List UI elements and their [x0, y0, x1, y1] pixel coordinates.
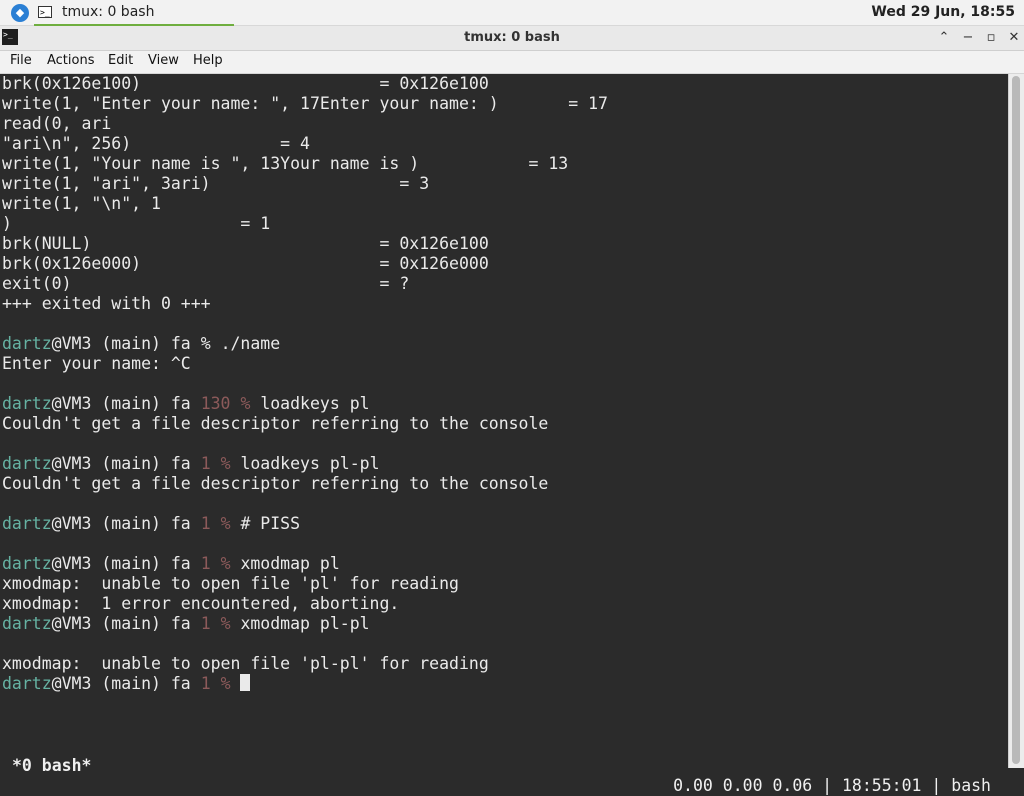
terminal-scrollbar[interactable] [1008, 74, 1024, 768]
output-line: brk(0x126e100) = 0x126e100 [2, 74, 489, 93]
prompt-command: ./name [220, 334, 281, 353]
prompt-exit-code: 1 [200, 614, 221, 633]
shade-button[interactable]: ⌃ [934, 28, 954, 48]
prompt-exit-code: 130 [200, 394, 241, 413]
prompt-user: dartz [2, 394, 52, 413]
tmux-status-right: 0.00 0.00 0.06 | 18:55:01 | bash [673, 776, 991, 795]
prompt-symbol: % [220, 514, 241, 533]
menubar: File Actions Edit View Help [0, 51, 1024, 74]
minimize-button[interactable]: − [958, 28, 978, 48]
prompt-host-dir: @VM3 (main) fa [51, 334, 201, 353]
output-line: "ari\n", 256) = 4 [2, 134, 310, 153]
output-line: write(1, "Your name is ", 13Your name is… [2, 154, 569, 173]
terminal-area[interactable]: brk(0x126e100) = 0x126e100 write(1, "Ente… [0, 74, 1008, 768]
window-titlebar[interactable]: >_ tmux: 0 bash ⌃ − ▫ ✕ [0, 26, 1024, 51]
prompt-symbol: % [220, 614, 241, 633]
prompt-command: # PISS [240, 514, 301, 533]
tmux-status-bar: *0 bash* 0.00 0.00 0.06 | 18:55:01 | bas… [0, 736, 1008, 795]
taskbar-item-label: tmux: 0 bash [62, 4, 155, 20]
taskbar-item-tmux[interactable]: >_ tmux: 0 bash [34, 0, 234, 26]
prompt-command: loadkeys pl [260, 394, 370, 413]
prompt-exit-code: 1 [200, 514, 221, 533]
output-line: +++ exited with 0 +++ [2, 294, 211, 313]
prompt-symbol: % [240, 394, 261, 413]
prompt-line: dartz@VM3 (main) fa 1 % xmodmap pl-pl [2, 614, 370, 634]
prompt-symbol: % [220, 674, 241, 693]
output-line: xmodmap: unable to open file 'pl' for re… [2, 574, 459, 593]
terminal-cursor [240, 674, 251, 691]
tmux-window-label[interactable]: *0 bash* [12, 756, 91, 776]
top-panel: ◆ >_ tmux: 0 bash Wed 29 Jun, 18:55 [0, 0, 1024, 26]
prompt-line: dartz@VM3 (main) fa 1 % loadkeys pl-pl [2, 454, 380, 474]
prompt-line: dartz@VM3 (main) fa 130 % loadkeys pl [2, 394, 370, 414]
prompt-symbol: % [200, 334, 221, 353]
prompt-host-dir: @VM3 (main) fa [51, 674, 201, 693]
prompt-line: dartz@VM3 (main) fa % ./name [2, 334, 280, 354]
output-line: xmodmap: unable to open file 'pl-pl' for… [2, 654, 489, 673]
close-button[interactable]: ✕ [1004, 28, 1024, 48]
maximize-button[interactable]: ▫ [981, 28, 1001, 48]
prompt-host-dir: @VM3 (main) fa [51, 614, 201, 633]
menu-actions[interactable]: Actions [47, 53, 95, 68]
prompt-line: dartz@VM3 (main) fa 1 % [2, 674, 251, 694]
prompt-exit-code: 1 [200, 454, 221, 473]
menu-help[interactable]: Help [193, 53, 223, 68]
prompt-user: dartz [2, 454, 52, 473]
output-line: xmodmap: 1 error encountered, aborting. [2, 594, 400, 613]
menu-view[interactable]: View [148, 53, 179, 68]
menu-file[interactable]: File [10, 53, 32, 68]
terminal-icon: >_ [38, 6, 52, 18]
distro-logo-icon[interactable]: ◆ [11, 4, 29, 22]
prompt-exit-code: 1 [200, 554, 221, 573]
prompt-command: xmodmap pl [240, 554, 340, 573]
prompt-host-dir: @VM3 (main) fa [51, 394, 201, 413]
prompt-line: dartz@VM3 (main) fa 1 % xmodmap pl [2, 554, 340, 574]
prompt-host-dir: @VM3 (main) fa [51, 454, 201, 473]
prompt-symbol: % [220, 454, 241, 473]
output-line: read(0, ari [2, 114, 112, 133]
output-line: brk(0x126e000) = 0x126e000 [2, 254, 489, 273]
output-line: brk(NULL) = 0x126e100 [2, 234, 489, 253]
prompt-exit-code: 1 [200, 674, 221, 693]
output-line: exit(0) = ? [2, 274, 410, 293]
menu-edit[interactable]: Edit [108, 53, 133, 68]
output-line: write(1, "Enter your name: ", 17Enter yo… [2, 94, 608, 113]
prompt-host-dir: @VM3 (main) fa [51, 514, 201, 533]
output-line: Enter your name: ^C [2, 354, 191, 373]
prompt-user: dartz [2, 674, 52, 693]
output-line: write(1, "ari", 3ari) = 3 [2, 174, 430, 193]
prompt-user: dartz [2, 554, 52, 573]
scrollbar-thumb[interactable] [1012, 76, 1020, 764]
prompt-symbol: % [220, 554, 241, 573]
prompt-command: loadkeys pl-pl [240, 454, 380, 473]
output-line: write(1, "\n", 1 [2, 194, 161, 213]
clock[interactable]: Wed 29 Jun, 18:55 [871, 4, 1015, 20]
prompt-user: dartz [2, 334, 52, 353]
output-line: Couldn't get a file descriptor referring… [2, 414, 549, 433]
prompt-user: dartz [2, 614, 52, 633]
prompt-host-dir: @VM3 (main) fa [51, 554, 201, 573]
window-title: tmux: 0 bash [464, 30, 560, 45]
prompt-user: dartz [2, 514, 52, 533]
output-line: Couldn't get a file descriptor referring… [2, 474, 549, 493]
prompt-command: xmodmap pl-pl [240, 614, 370, 633]
output-line: ) = 1 [2, 214, 271, 233]
prompt-line: dartz@VM3 (main) fa 1 % # PISS [2, 514, 300, 534]
